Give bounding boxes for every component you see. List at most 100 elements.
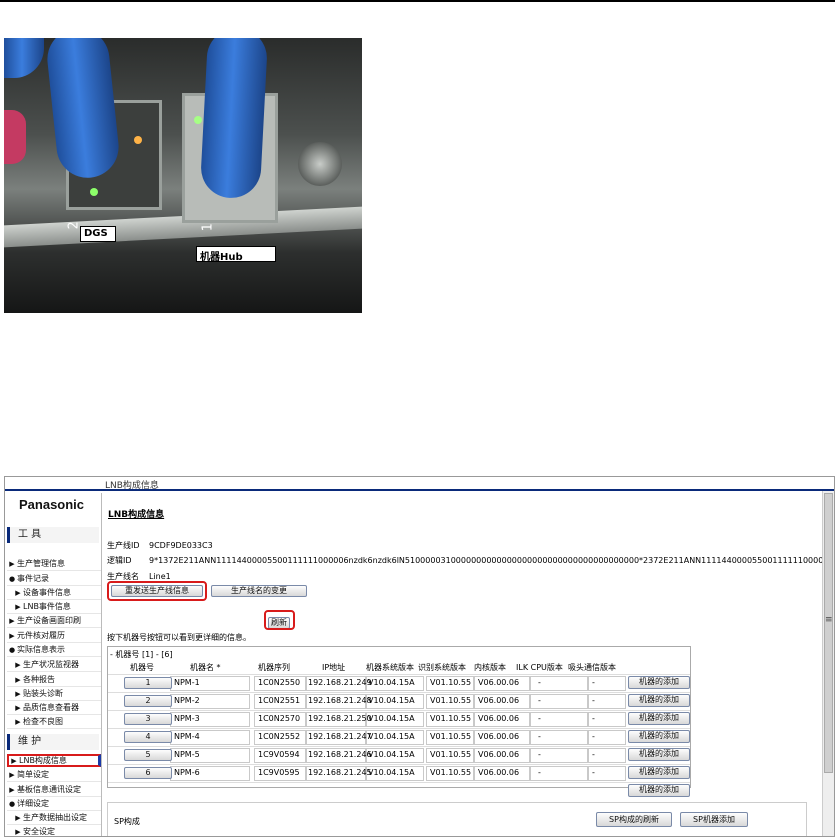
table-header: 机器号 机器名 * 机器序列 IP地址 机器系统版本 识别系统版本 内核版本 I… [108,662,690,673]
cell-kernel: V06.00.06 [478,768,520,777]
sidebar-item[interactable]: ▶ LNB事件信息 [7,600,101,614]
sidebar-item-label: 生产管理信息 [17,559,65,568]
sidebar-item[interactable]: ▶ 设备事件信息 [7,586,101,600]
sidebar-item[interactable]: ▶ 各种报告 [7,673,101,687]
activity-led-icon [134,136,142,144]
arrow-right-icon: ▶ [9,617,15,625]
cell-kernel: V06.00.06 [478,678,520,687]
sidebar-item[interactable]: ▶ 检查不良图 [7,715,101,729]
cell-serial: 1C0N2551 [258,696,301,705]
cell-sys: V10.04.15A [368,732,415,741]
sidebar-item-label: 简单设定 [17,770,49,779]
cell-sys: V10.04.15A [368,750,415,759]
table-row: 3 NPM-3 1C0N2570 192.168.21.250 V10.04.15A V0… [108,710,690,727]
cell-name: NPM-1 [174,678,200,687]
cell-ip: 192.168.21.247 [308,732,372,741]
add-machine-button[interactable]: 机器的添加 [628,676,690,689]
arrow-right-icon: ▶ [15,603,21,611]
machine-number-button[interactable]: 4 [124,731,172,743]
cell-ip: 192.168.21.249 [308,678,372,687]
machine-number-button[interactable]: 1 [124,677,172,689]
sidebar-section-maintenance: 维 护 [7,734,99,750]
arrow-right-icon: ▶ [15,828,21,836]
cell-sys: V10.04.15A [368,768,415,777]
sidebar-item[interactable]: ▶ 生产设备画面印刷 [7,614,101,628]
hint-text: 按下机器号按钮可以看到更详细的信息。 [107,633,251,642]
topbar-title: LNB构成信息 [105,481,159,491]
sidebar-item[interactable]: ▶ 安全设定 [7,825,101,836]
port-number-label: 1 [200,223,216,232]
cell-ilk: - [538,678,541,687]
cell-ip: 192.168.21.246 [308,750,372,759]
cell-rec: V01.10.55 [430,750,472,759]
add-machine-button[interactable]: 机器的添加 [628,694,690,707]
machine-number-button[interactable]: 2 [124,695,172,707]
cell-sys: V10.04.15A [368,714,415,723]
bullet-icon: ● [8,800,16,808]
machine-table: - 机器号 [1] - [6] 机器号 机器名 * 机器序列 IP地址 机器系统… [107,646,691,797]
document-link[interactable] [4,362,260,376]
sidebar-item[interactable]: ▶ 贴装头诊断 [7,687,101,701]
sidebar-item-label: 详细设定 [17,799,49,808]
cell-name: NPM-2 [174,696,200,705]
cell-nozzle: - [592,750,595,759]
sidebar-item-label: 事件记录 [17,574,49,583]
sidebar-item[interactable]: ▶ LNB构成信息 [7,754,101,767]
document-link[interactable] [4,458,120,472]
add-machine-button[interactable]: 机器的添加 [628,712,690,725]
info-value: 9*1372E211ANN11114400005500111111000006n… [149,556,835,565]
table-row: 5 NPM-5 1C9V0594 192.168.21.246 V10.04.15A V0… [108,746,690,763]
table-row: 1 NPM-1 1C0N2550 192.168.21.249 V10.04.15A V0… [108,674,690,691]
add-machine-button[interactable]: 机器的添加 [628,766,690,779]
photo-label-dgs: DGS [80,226,116,242]
cell-sys: V10.04.15A [368,696,415,705]
sidebar-item[interactable]: ▶ 生产状况监视器 [7,658,101,672]
table-row: 6 NPM-6 1C9V0595 192.168.21.245 V10.04.15A V0… [108,764,690,781]
column-header: 内核版本 [474,663,506,672]
sidebar-item[interactable]: ▶ 基板信息通讯设定 [7,783,101,797]
rename-line-button[interactable]: 生产线名的变更 [211,585,307,597]
cell-kernel: V06.00.06 [478,732,520,741]
table-row: 2 NPM-2 1C0N2551 192.168.21.248 V10.04.15A V0… [108,692,690,709]
column-header: 识别系统版本 [418,663,466,672]
scroll-grip-icon: ≡ [825,615,833,625]
sp-add-button[interactable]: SP机器添加 [680,812,748,827]
cell-kernel: V06.00.06 [478,696,520,705]
machine-number-button[interactable]: 3 [124,713,172,725]
scrollbar-thumb[interactable] [824,493,833,773]
arrow-right-icon: ▶ [15,718,21,726]
sidebar-item-label: 生产设备画面印刷 [17,616,81,625]
add-machine-button[interactable]: 机器的添加 [628,784,690,797]
sidebar-item-label: 实际信息表示 [17,645,65,654]
bullet-icon: ● [8,575,16,583]
bullet-icon: ● [8,646,16,654]
scrollbar[interactable]: ≡ [822,491,834,836]
column-header: 机器系统版本 [366,663,414,672]
sidebar-item[interactable]: ▶ 元件核对履历 [7,629,101,643]
sidebar-section-tools: 工 具 [7,527,99,543]
sidebar-item[interactable]: ▶ 品质信息查看器 [7,701,101,715]
cell-ip: 192.168.21.250 [308,714,372,723]
sidebar-item[interactable]: ● 实际信息表示 [7,643,101,657]
sidebar-item-label: 基板信息通讯设定 [17,785,81,794]
cable-corner [4,38,44,78]
column-header: 机器名 * [190,663,221,672]
sp-refresh-button[interactable]: SP构成的刷新 [596,812,672,827]
cell-nozzle: - [592,714,595,723]
machine-number-button[interactable]: 5 [124,749,172,761]
sidebar-item[interactable]: ● 详细设定 [7,797,101,811]
page: 2 1 DGS 机器Hub LNB构成信息 Panasonic 工 具 维 护 … [0,0,835,837]
cell-ip: 192.168.21.245 [308,768,372,777]
arrow-right-icon: ▶ [9,632,15,640]
sidebar-item[interactable]: ● 事件记录 [7,572,101,586]
sp-panel: SP构成 SP构成的刷新 SP机器添加 [107,802,807,836]
add-machine-button[interactable]: 机器的添加 [628,748,690,761]
sidebar-item[interactable]: ▶ 生产数据抽出设定 [7,811,101,825]
blue-cable-left [44,38,122,181]
sidebar-item-label: 贴装头诊断 [23,689,63,698]
arrow-right-icon: ▶ [15,676,21,684]
sidebar-item[interactable]: ▶ 生产管理信息 [7,557,101,571]
sidebar-item[interactable]: ▶ 简单设定 [7,768,101,782]
machine-number-button[interactable]: 6 [124,767,172,779]
add-machine-button[interactable]: 机器的添加 [628,730,690,743]
